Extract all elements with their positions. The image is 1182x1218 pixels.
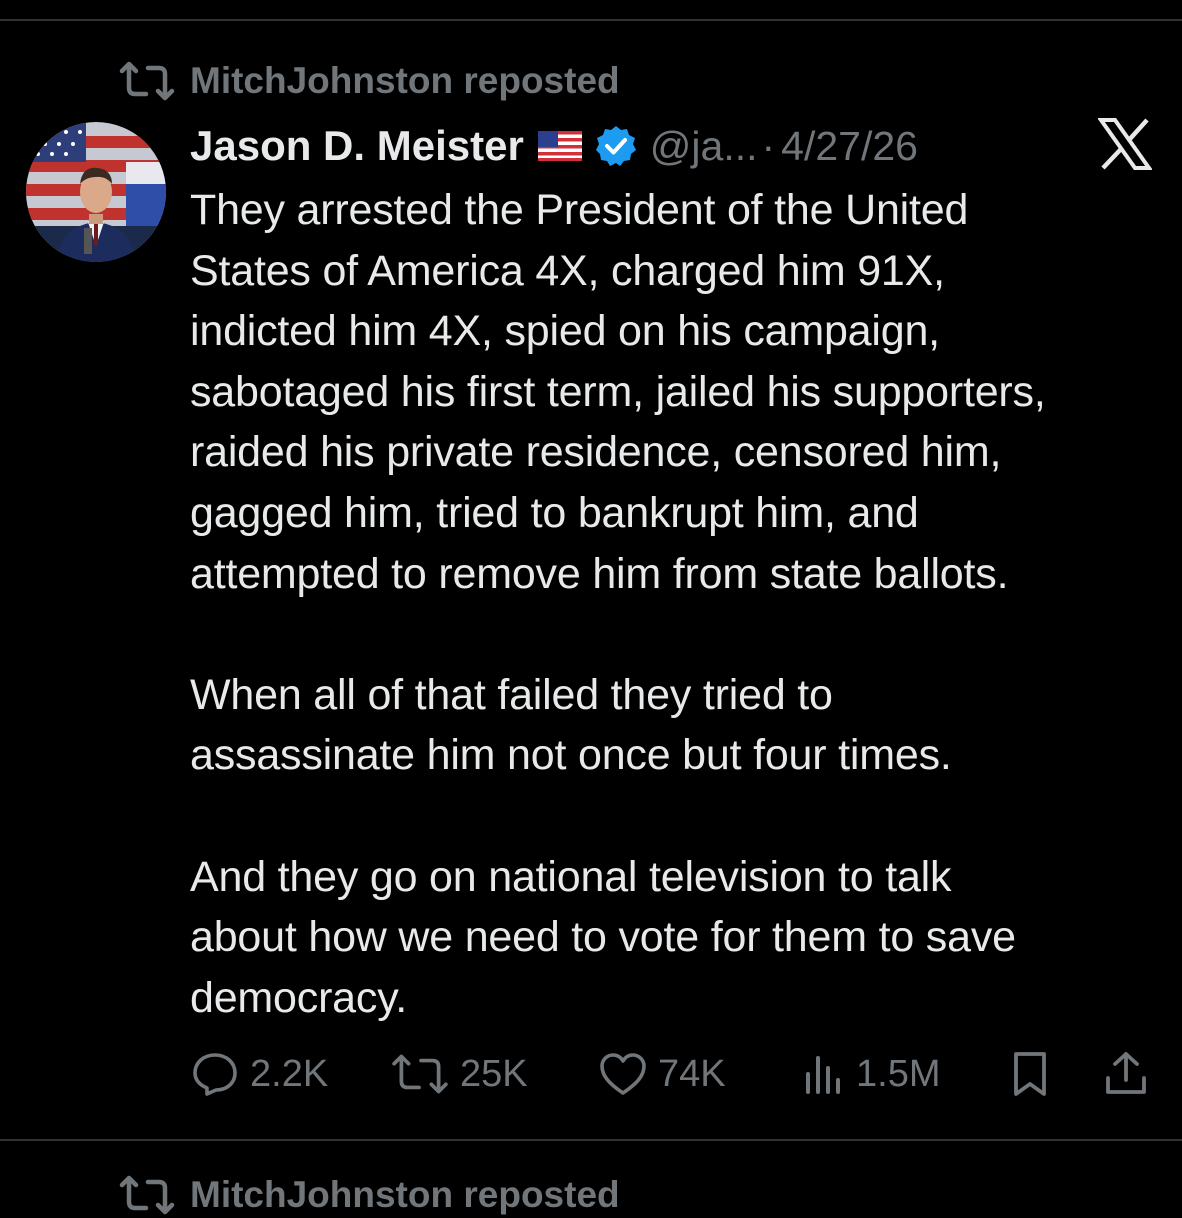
repost-button[interactable]: 25K bbox=[390, 1046, 528, 1102]
top-divider bbox=[0, 19, 1182, 21]
bookmark-icon bbox=[1014, 1052, 1046, 1096]
like-button[interactable]: 74K bbox=[598, 1046, 726, 1102]
avatar-photo bbox=[26, 122, 166, 262]
author-name[interactable]: Jason D. Meister bbox=[190, 122, 524, 170]
views-button[interactable]: 1.5M bbox=[802, 1046, 940, 1102]
reply-button[interactable]: 2.2K bbox=[190, 1046, 328, 1102]
next-repost-indicator[interactable]: MitchJohnston reposted bbox=[118, 1172, 620, 1218]
separator-dot: · bbox=[761, 122, 776, 169]
heart-icon bbox=[600, 1053, 646, 1095]
tweet-text: They arrested the President of the Unite… bbox=[190, 180, 1175, 1028]
views-chart-icon bbox=[806, 1056, 840, 1094]
author-handle[interactable]: @ja... bbox=[650, 123, 758, 170]
like-count: 74K bbox=[658, 1052, 726, 1095]
repost-icon bbox=[119, 61, 175, 101]
repost-label: MitchJohnston reposted bbox=[190, 60, 620, 101]
tweet-paragraph: And they go on national television to ta… bbox=[190, 852, 1016, 1022]
post-date[interactable]: 4/27/26 bbox=[781, 123, 918, 170]
us-flag-icon bbox=[537, 131, 582, 161]
tweet-paragraph: They arrested the President of the Unite… bbox=[190, 186, 1046, 598]
bookmark-button[interactable] bbox=[1008, 1046, 1062, 1102]
tweet-paragraph: When all of that failed they tried to as… bbox=[190, 670, 952, 780]
views-count: 1.5M bbox=[856, 1052, 941, 1095]
tweet-header: Jason D. Meister @ja... · 4/27/26 bbox=[190, 118, 918, 174]
repost-indicator[interactable]: MitchJohnston reposted bbox=[118, 58, 620, 104]
share-button[interactable] bbox=[1102, 1046, 1160, 1102]
repost-icon bbox=[119, 1175, 175, 1215]
reply-icon bbox=[193, 1053, 237, 1096]
x-logo-icon[interactable] bbox=[1098, 118, 1152, 170]
repost-icon bbox=[392, 1054, 448, 1094]
next-repost-label: MitchJohnston reposted bbox=[190, 1174, 620, 1215]
action-bar: 2.2K 25K 74K 1.5M bbox=[190, 1046, 1160, 1102]
share-icon bbox=[1106, 1052, 1146, 1094]
repost-count: 25K bbox=[460, 1052, 528, 1095]
verified-badge-icon[interactable] bbox=[594, 124, 638, 168]
reply-count: 2.2K bbox=[250, 1052, 329, 1095]
avatar[interactable] bbox=[26, 122, 166, 262]
bottom-divider bbox=[0, 1139, 1182, 1141]
